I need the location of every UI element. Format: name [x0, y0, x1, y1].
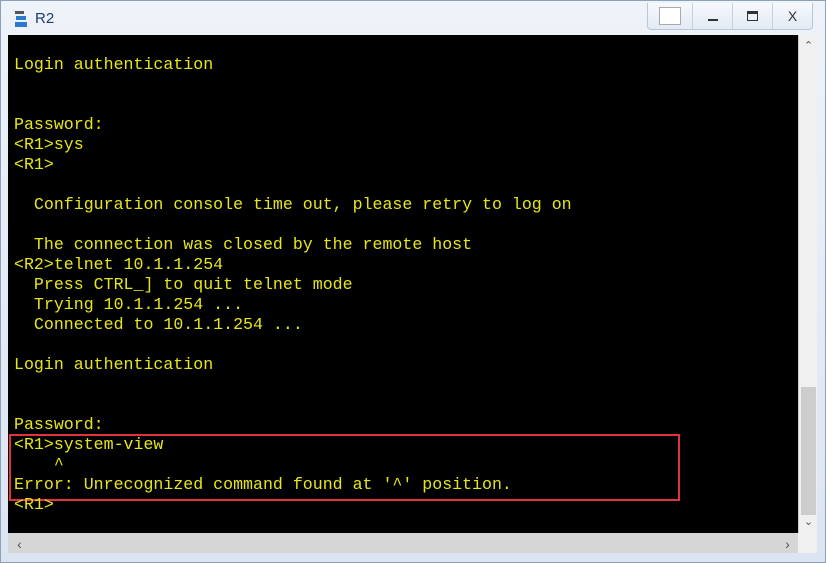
title-bar[interactable]: R2 X — [1, 1, 825, 35]
close-button[interactable]: X — [772, 3, 812, 29]
restore-icon — [659, 7, 681, 25]
terminal-line: <R1> — [14, 155, 54, 174]
terminal-line: Connected to 10.1.1.254 ... — [14, 315, 303, 334]
terminal-line: Login authentication — [14, 355, 214, 374]
scrollbar-thumb[interactable] — [801, 387, 816, 515]
scroll-left-icon[interactable]: ‹ — [10, 536, 29, 552]
terminal-line: Press CTRL_] to quit telnet mode — [14, 275, 353, 294]
terminal-line: Password: — [14, 115, 104, 134]
terminal-line: <R1>system-view — [14, 435, 164, 454]
minimize-icon — [707, 19, 718, 21]
terminal-line: ^ — [14, 455, 64, 474]
close-icon: X — [787, 8, 798, 24]
resize-grip-icon[interactable] — [798, 533, 817, 553]
terminal-line: <R2>telnet 10.1.1.254 — [14, 255, 224, 274]
window-title: R2 — [35, 10, 55, 27]
terminal-line: Trying 10.1.1.254 ... — [14, 295, 244, 314]
terminal-line: Login authentication — [14, 55, 214, 74]
terminal-line: Password: — [14, 415, 104, 434]
horizontal-scrollbar[interactable]: ‹ › — [8, 533, 798, 553]
terminal-window: R2 X Login authentication Password: <R1>sy… — [0, 0, 826, 563]
maximize-icon — [747, 11, 758, 21]
vertical-scrollbar[interactable]: ⌃ ⌄ — [798, 35, 817, 533]
terminal-line: <R1> — [14, 495, 54, 514]
terminal-line: Error: Unrecognized command found at '^'… — [14, 475, 512, 494]
terminal-line: Configuration console time out, please r… — [14, 195, 572, 214]
maximize-button[interactable] — [732, 3, 772, 29]
scroll-right-icon[interactable]: › — [778, 536, 797, 552]
restore-button[interactable] — [648, 3, 692, 29]
terminal-line: <R1>sys — [14, 135, 84, 154]
terminal-line: The connection was closed by the remote … — [14, 235, 473, 254]
minimize-button[interactable] — [692, 3, 732, 29]
ensp-router-icon — [15, 11, 27, 27]
scroll-up-icon[interactable]: ⌃ — [799, 39, 818, 52]
scroll-down-icon[interactable]: ⌄ — [799, 515, 818, 528]
terminal-output[interactable]: Login authentication Password: <R1>sys <R1>… — [8, 35, 798, 533]
